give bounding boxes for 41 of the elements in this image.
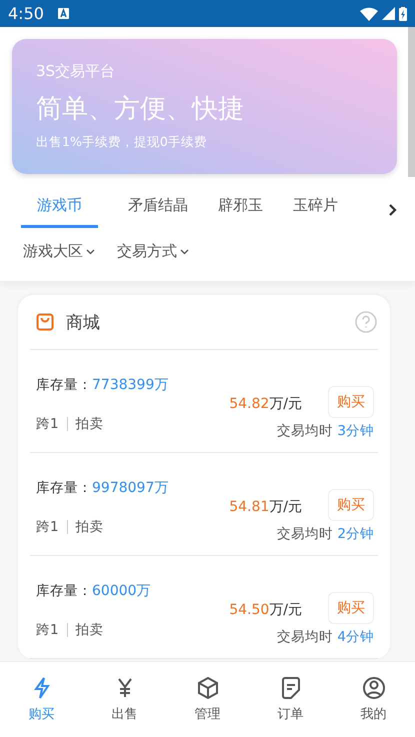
nav-tab[interactable]: 订单 bbox=[249, 662, 332, 737]
price-label: 54.82万/元 bbox=[229, 395, 302, 413]
chevron-down-icon bbox=[180, 247, 189, 256]
category-tab[interactable]: 辟邪玉 bbox=[218, 192, 263, 228]
trade-mode: 拍卖 bbox=[76, 621, 104, 639]
category-tab[interactable]: 玉碎片 bbox=[293, 192, 338, 228]
status-time: 4:50 bbox=[8, 4, 44, 23]
shop-title: 商城 bbox=[66, 312, 100, 334]
server-label: 跨1 bbox=[36, 415, 59, 433]
stock-label: 库存量：9978097万 bbox=[36, 479, 170, 497]
wifi-icon bbox=[360, 6, 378, 20]
battery-icon bbox=[399, 6, 407, 20]
server-label: 跨1 bbox=[36, 518, 59, 536]
signal-icon bbox=[382, 7, 395, 20]
banner-subtitle: 出售1%手续费，提现0手续费 bbox=[36, 134, 208, 151]
average-time: 交易均时 3分钟 bbox=[277, 422, 374, 440]
chevron-right-icon[interactable] bbox=[388, 204, 397, 216]
cube-icon bbox=[196, 676, 220, 700]
trade-mode: 拍卖 bbox=[76, 415, 104, 433]
user-icon bbox=[362, 676, 386, 700]
stock-label: 库存量：60000万 bbox=[36, 582, 152, 600]
price-label: 54.50万/元 bbox=[229, 601, 302, 619]
chevron-down-icon bbox=[86, 247, 95, 256]
scrollbar[interactable] bbox=[408, 27, 415, 177]
average-time: 交易均时 2分钟 bbox=[277, 525, 374, 543]
nav-tab[interactable]: 管理 bbox=[166, 662, 249, 737]
price-label: 54.81万/元 bbox=[229, 498, 302, 516]
trade-mode: 拍卖 bbox=[76, 518, 104, 536]
bag-icon bbox=[36, 313, 54, 331]
filter-dropdown[interactable]: 游戏大区 bbox=[23, 242, 95, 261]
nav-tab[interactable]: 出售 bbox=[83, 662, 166, 737]
server-label: 跨1 bbox=[36, 621, 59, 639]
filter-dropdown[interactable]: 交易方式 bbox=[117, 242, 189, 261]
banner-headline: 简单、方便、快捷 bbox=[36, 93, 245, 126]
average-time: 交易均时 4分钟 bbox=[277, 628, 374, 646]
nav-tab[interactable]: 我的 bbox=[332, 662, 415, 737]
category-tab[interactable]: 矛盾结晶 bbox=[128, 192, 188, 228]
stock-label: 库存量：7738399万 bbox=[36, 376, 170, 394]
notification-icon bbox=[58, 8, 69, 19]
banner-title: 3S交易平台 bbox=[36, 62, 116, 81]
help-icon[interactable] bbox=[355, 311, 377, 333]
